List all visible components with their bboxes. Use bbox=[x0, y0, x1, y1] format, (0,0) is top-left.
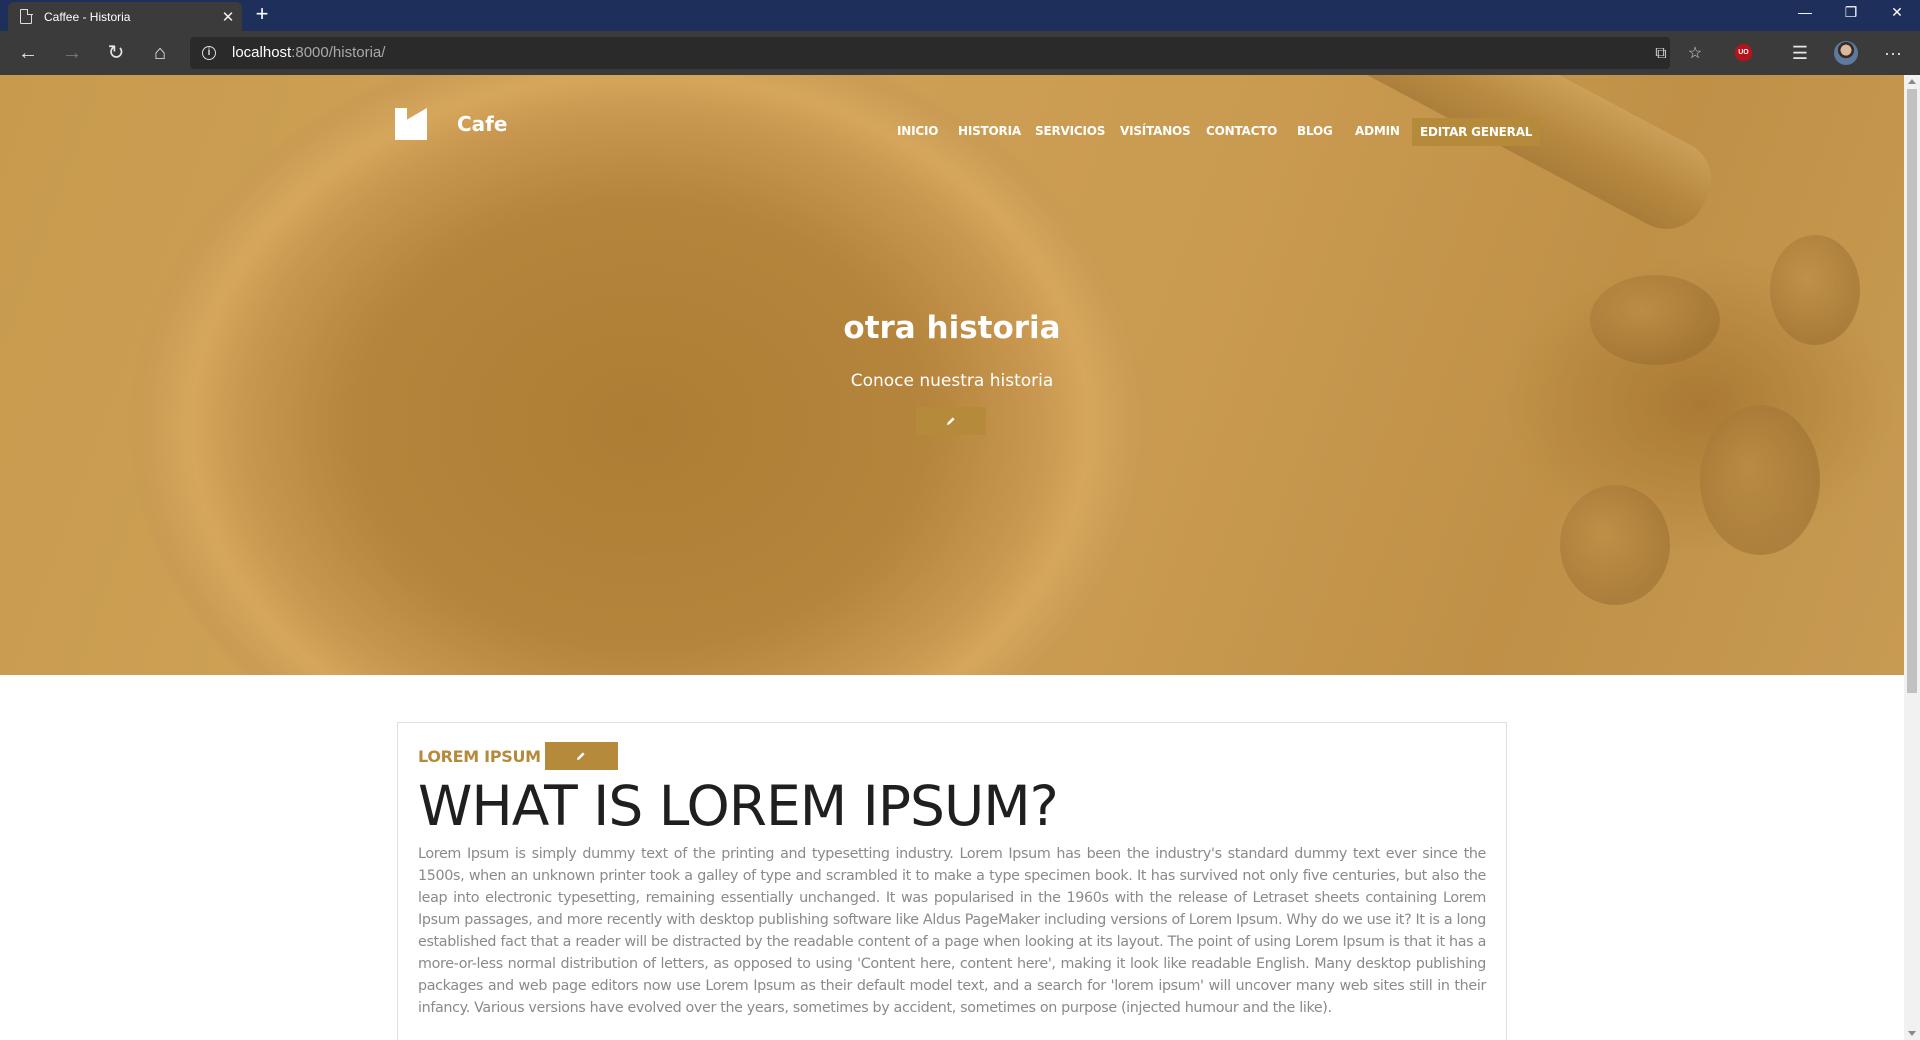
url-text[interactable]: localhost:8000/historia/ bbox=[232, 44, 385, 61]
page-icon bbox=[20, 8, 33, 24]
nav-servicios[interactable]: SERVICIOS bbox=[1035, 117, 1105, 145]
url-host: localhost bbox=[232, 44, 292, 61]
nav-blog[interactable]: BLOG bbox=[1297, 117, 1333, 145]
page-scrollbar[interactable] bbox=[1904, 75, 1920, 1040]
ublock-extension-icon[interactable]: UO bbox=[1735, 44, 1752, 61]
forward-icon[interactable]: → bbox=[58, 39, 86, 67]
tab-title: Caffee - Historia bbox=[44, 9, 131, 24]
section-label: LOREM IPSUM bbox=[418, 746, 541, 766]
section-body: Lorem Ipsum is simply dummy text of the … bbox=[418, 846, 1486, 1016]
refresh-icon[interactable]: ↻ bbox=[102, 39, 130, 67]
favorite-star-icon[interactable]: ☆ bbox=[1684, 43, 1706, 65]
translate-icon[interactable]: ⧉ bbox=[1650, 43, 1672, 65]
nav-historia[interactable]: HISTORIA bbox=[958, 117, 1021, 145]
scroll-down-icon[interactable] bbox=[1908, 1031, 1916, 1036]
restore-icon[interactable]: ❐ bbox=[1828, 0, 1874, 31]
nav-inicio[interactable]: INICIO bbox=[897, 117, 938, 145]
hero-section: Cafe INICIO HISTORIA SERVICIOS VISÍTANOS… bbox=[0, 75, 1904, 675]
more-menu-icon[interactable]: ··· bbox=[1879, 39, 1907, 67]
scroll-up-icon[interactable] bbox=[1908, 79, 1916, 84]
hero-subtitle: Conoce nuestra historia bbox=[850, 371, 1054, 391]
url-path: :8000/historia/ bbox=[291, 44, 386, 61]
nav-contacto[interactable]: CONTACTO bbox=[1206, 117, 1277, 145]
section-edit-button[interactable] bbox=[544, 742, 618, 770]
home-icon[interactable]: ⌂ bbox=[146, 39, 174, 67]
back-icon[interactable]: ← bbox=[14, 39, 42, 67]
nav-admin[interactable]: ADMIN bbox=[1355, 117, 1400, 145]
address-bar[interactable]: i localhost:8000/historia/ ⧉ ☆ bbox=[190, 37, 1702, 69]
pencil-icon bbox=[947, 417, 955, 425]
minimize-icon[interactable]: — bbox=[1782, 0, 1828, 31]
site-info-icon[interactable]: i bbox=[202, 46, 216, 60]
content-card: LOREM IPSUM WHAT IS LOREM IPSUM? Lorem I… bbox=[397, 722, 1507, 1040]
edit-general-button[interactable]: EDITAR GENERAL bbox=[1412, 118, 1541, 146]
browser-toolbar: ← → ↻ ⌂ i localhost:8000/historia/ ⧉ ☆ U… bbox=[0, 31, 1920, 75]
hero-edit-button[interactable] bbox=[916, 407, 986, 435]
section-heading: WHAT IS LOREM IPSUM? bbox=[418, 774, 1059, 838]
main-nav: INICIO HISTORIA SERVICIOS VISÍTANOS CONT… bbox=[0, 117, 1904, 146]
close-tab-icon[interactable]: ✕ bbox=[214, 8, 242, 26]
profile-avatar[interactable] bbox=[1834, 41, 1858, 65]
browser-tab[interactable]: Caffee - Historia ✕ bbox=[8, 2, 242, 31]
section-label-row: LOREM IPSUM bbox=[418, 742, 618, 770]
page-viewport: Cafe INICIO HISTORIA SERVICIOS VISÍTANOS… bbox=[0, 75, 1904, 1040]
scrollbar-thumb[interactable] bbox=[1907, 89, 1917, 693]
hero-title: otra historia bbox=[843, 310, 1061, 346]
favorites-icon[interactable]: ☰ bbox=[1786, 39, 1814, 67]
close-window-icon[interactable]: ✕ bbox=[1874, 0, 1920, 31]
new-tab-icon[interactable]: + bbox=[250, 3, 274, 27]
pencil-icon bbox=[577, 752, 585, 760]
browser-titlebar: Caffee - Historia ✕ + — ❐ ✕ bbox=[0, 0, 1920, 31]
nav-visitanos[interactable]: VISÍTANOS bbox=[1120, 117, 1191, 145]
